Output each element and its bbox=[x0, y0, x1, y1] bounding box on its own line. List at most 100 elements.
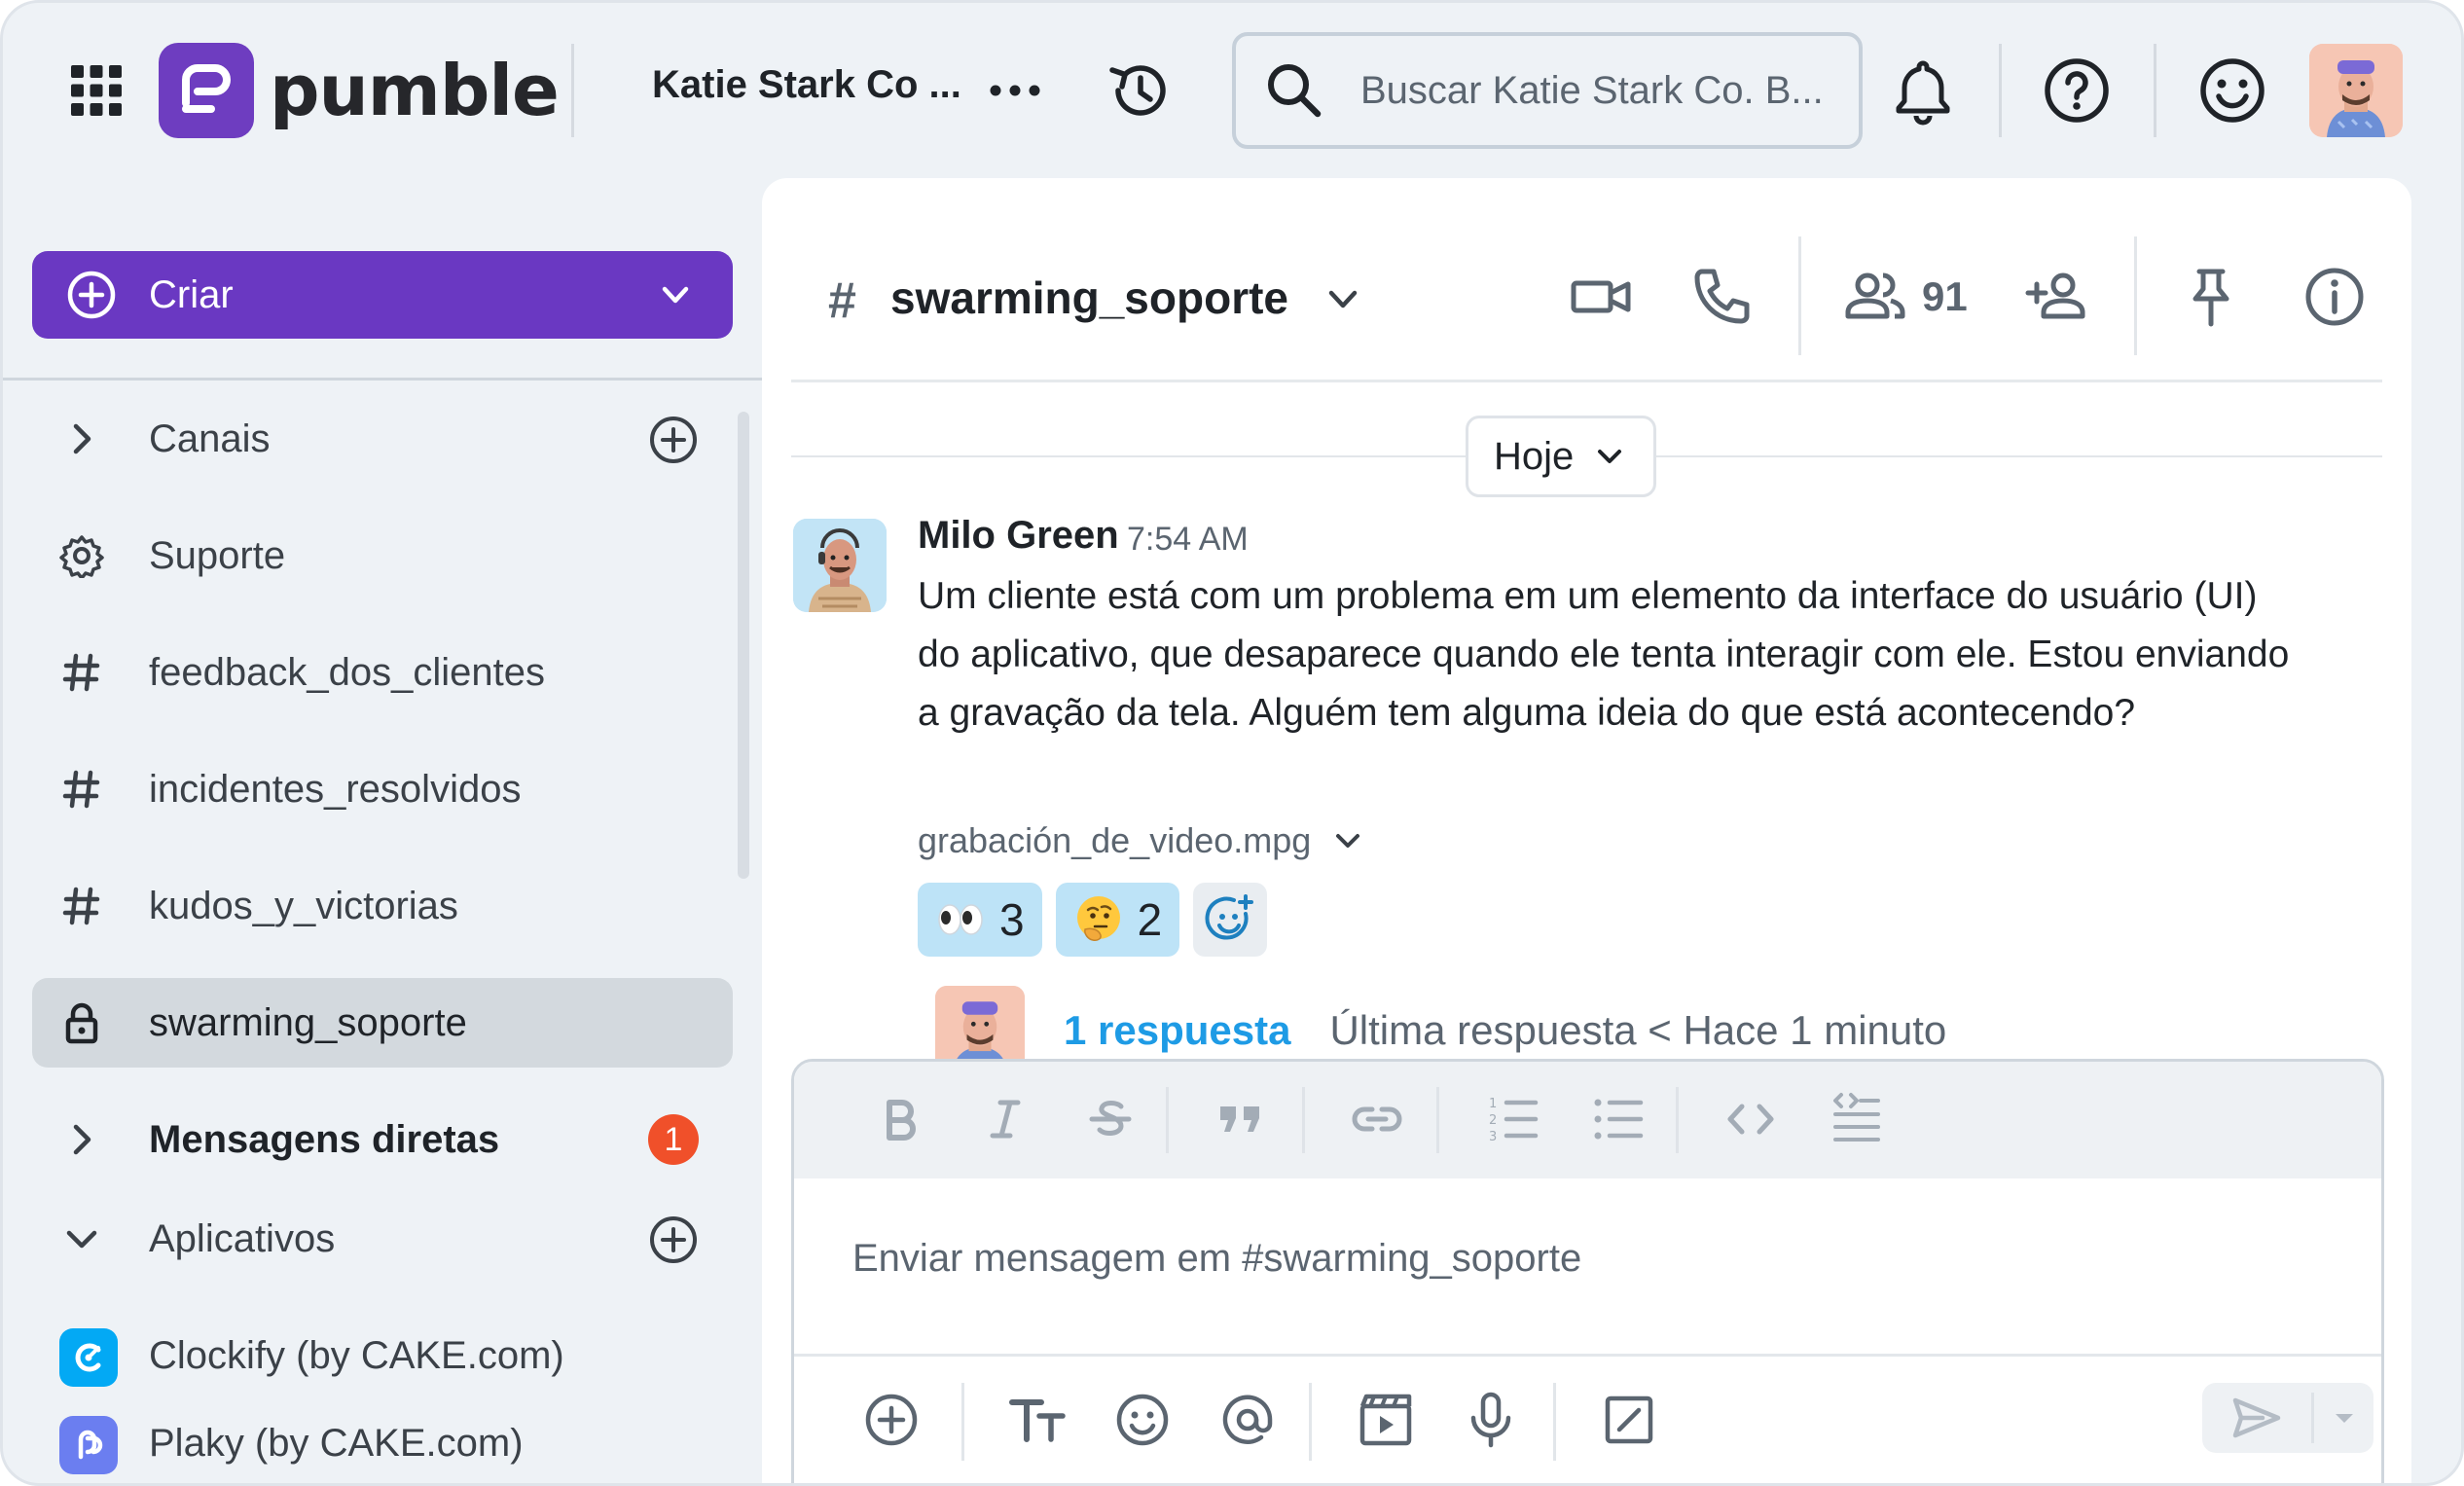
send-button[interactable] bbox=[2202, 1383, 2311, 1453]
message-author[interactable]: Milo Green bbox=[918, 514, 1119, 558]
divider bbox=[2154, 44, 2156, 137]
channel-hash-icon: # bbox=[828, 272, 856, 329]
message-text: Um cliente está com um problema em um el… bbox=[918, 567, 2377, 743]
divider bbox=[1166, 1087, 1169, 1153]
pumble-logo[interactable]: pumble bbox=[159, 42, 560, 139]
user-avatar[interactable] bbox=[2309, 44, 2403, 137]
clockify-logo-icon bbox=[59, 1328, 118, 1387]
search-icon bbox=[1268, 64, 1322, 118]
sidebar-item-channel-active[interactable]: swarming_soporte bbox=[32, 978, 733, 1068]
lock-icon bbox=[65, 1002, 98, 1044]
sidebar-item-direct-messages[interactable]: Mensagens diretas 1 bbox=[32, 1095, 733, 1184]
bell-icon[interactable] bbox=[1886, 54, 1960, 127]
ordered-list-icon[interactable]: 1 2 3 bbox=[1483, 1089, 1543, 1149]
add-reaction-icon bbox=[1205, 894, 1254, 940]
sidebar-item-channel[interactable]: feedback_dos_clientes bbox=[32, 628, 733, 717]
chevron-down-icon bbox=[662, 286, 689, 304]
help-icon[interactable] bbox=[2040, 54, 2114, 127]
message-input[interactable] bbox=[852, 1237, 2312, 1281]
search-bar[interactable] bbox=[1232, 32, 1863, 149]
apps-grid-icon[interactable] bbox=[69, 63, 124, 118]
divider bbox=[1999, 44, 2002, 137]
more-options-icon[interactable] bbox=[986, 71, 1044, 110]
attach-plus-icon[interactable] bbox=[860, 1389, 923, 1451]
italic-icon[interactable] bbox=[975, 1089, 1035, 1149]
sidebar-item-app-clockify[interactable]: Clockify (by CAKE.com) bbox=[32, 1311, 733, 1400]
strikethrough-icon[interactable] bbox=[1080, 1089, 1141, 1149]
divider bbox=[2134, 236, 2137, 355]
members-icon bbox=[1845, 272, 1905, 319]
sidebar-item-app-plaky[interactable]: Plaky (by CAKE.com) bbox=[32, 1398, 733, 1483]
microphone-icon[interactable] bbox=[1460, 1389, 1522, 1451]
sidebar-item-channel[interactable]: kudos_y_victorias bbox=[32, 861, 733, 951]
search-input[interactable] bbox=[1360, 68, 1857, 113]
divider bbox=[1676, 1087, 1679, 1153]
mention-icon[interactable] bbox=[1216, 1389, 1279, 1451]
unread-badge: 1 bbox=[648, 1114, 699, 1165]
sidebar-item-channel[interactable]: incidentes_resolvidos bbox=[32, 744, 733, 834]
attachment-toggle[interactable]: grabación_de_video.mpg bbox=[918, 820, 1365, 861]
sidebar-scrollbar[interactable] bbox=[738, 412, 749, 879]
sidebar-item-label: Canais bbox=[149, 417, 271, 460]
message-timestamp: 7:54 AM bbox=[1127, 521, 1249, 558]
sidebar-item-label: feedback_dos_clientes bbox=[149, 650, 545, 694]
code-icon[interactable] bbox=[1721, 1089, 1781, 1149]
phone-icon[interactable] bbox=[1688, 264, 1755, 330]
text-format-icon[interactable] bbox=[1006, 1389, 1069, 1451]
info-icon[interactable] bbox=[2301, 264, 2368, 330]
divider bbox=[1553, 1383, 1556, 1461]
author-avatar[interactable] bbox=[793, 519, 887, 612]
divider bbox=[1302, 1087, 1305, 1153]
quote-icon[interactable] bbox=[1211, 1089, 1271, 1149]
send-icon bbox=[2232, 1397, 2281, 1438]
add-reaction-button[interactable] bbox=[1193, 883, 1268, 957]
sidebar-item-channels[interactable]: Canais bbox=[32, 394, 733, 484]
chevron-down-icon bbox=[1598, 450, 1622, 463]
channel-name[interactable]: swarming_soporte bbox=[890, 272, 1288, 324]
link-icon[interactable] bbox=[1347, 1089, 1407, 1149]
video-call-icon[interactable] bbox=[1568, 264, 1634, 330]
thread-last-reply: Última respuesta < Hace 1 minuto bbox=[1329, 1007, 1947, 1053]
sidebar-item-support[interactable]: Suporte bbox=[32, 511, 733, 600]
emoji-icon[interactable] bbox=[1111, 1389, 1174, 1451]
create-button[interactable]: Criar bbox=[32, 251, 733, 339]
reaction-eyes[interactable]: 3 bbox=[918, 883, 1042, 957]
chevron-down-icon bbox=[66, 1230, 97, 1249]
members-button[interactable]: 91 bbox=[1842, 264, 1968, 330]
message-line: Um cliente está com um problema em um el… bbox=[918, 575, 2258, 617]
sidebar-item-label: Clockify (by CAKE.com) bbox=[149, 1333, 564, 1377]
sidebar-item-label: Mensagens diretas bbox=[149, 1117, 500, 1161]
add-channel-icon[interactable] bbox=[647, 414, 700, 466]
send-options-button[interactable] bbox=[2314, 1383, 2373, 1453]
add-app-icon[interactable] bbox=[647, 1214, 700, 1266]
hash-icon bbox=[62, 653, 100, 692]
date-separator[interactable]: Hoje bbox=[1466, 416, 1656, 497]
plus-circle-icon bbox=[67, 271, 116, 319]
divider bbox=[961, 1383, 964, 1461]
logo-text: pumble bbox=[270, 50, 560, 131]
chevron-right-icon bbox=[73, 1124, 91, 1155]
sidebar-item-apps[interactable]: Aplicativos bbox=[32, 1194, 733, 1284]
add-member-icon[interactable] bbox=[2024, 264, 2090, 330]
sidebar-item-label: incidentes_resolvidos bbox=[149, 767, 522, 811]
code-block-icon[interactable] bbox=[1826, 1089, 1886, 1149]
workspace-name[interactable]: Katie Stark Co ... bbox=[652, 63, 961, 107]
member-count: 91 bbox=[1922, 273, 1968, 319]
date-label: Hoje bbox=[1494, 434, 1575, 478]
formatting-toolbar: 1 2 3 bbox=[794, 1062, 2381, 1178]
history-icon[interactable] bbox=[1105, 56, 1173, 125]
thread-replies-link[interactable]: 1 respuesta bbox=[1064, 1007, 1290, 1054]
slash-command-icon[interactable] bbox=[1598, 1389, 1660, 1451]
pin-icon[interactable] bbox=[2178, 264, 2244, 330]
bold-icon[interactable] bbox=[870, 1089, 930, 1149]
pumble-logo-icon bbox=[159, 43, 254, 138]
video-clip-icon[interactable] bbox=[1355, 1389, 1417, 1451]
sidebar: Criar Canais Suporte feedback_dos_client… bbox=[3, 178, 762, 1483]
divider bbox=[571, 44, 574, 137]
chevron-down-icon[interactable] bbox=[1319, 275, 1367, 324]
status-emoji-icon[interactable] bbox=[2195, 54, 2269, 127]
reaction-thinking[interactable]: 2 bbox=[1055, 883, 1180, 957]
bullet-list-icon[interactable] bbox=[1588, 1089, 1649, 1149]
header-divider bbox=[791, 380, 2382, 382]
top-bar: pumble Katie Stark Co ... bbox=[3, 3, 2461, 178]
